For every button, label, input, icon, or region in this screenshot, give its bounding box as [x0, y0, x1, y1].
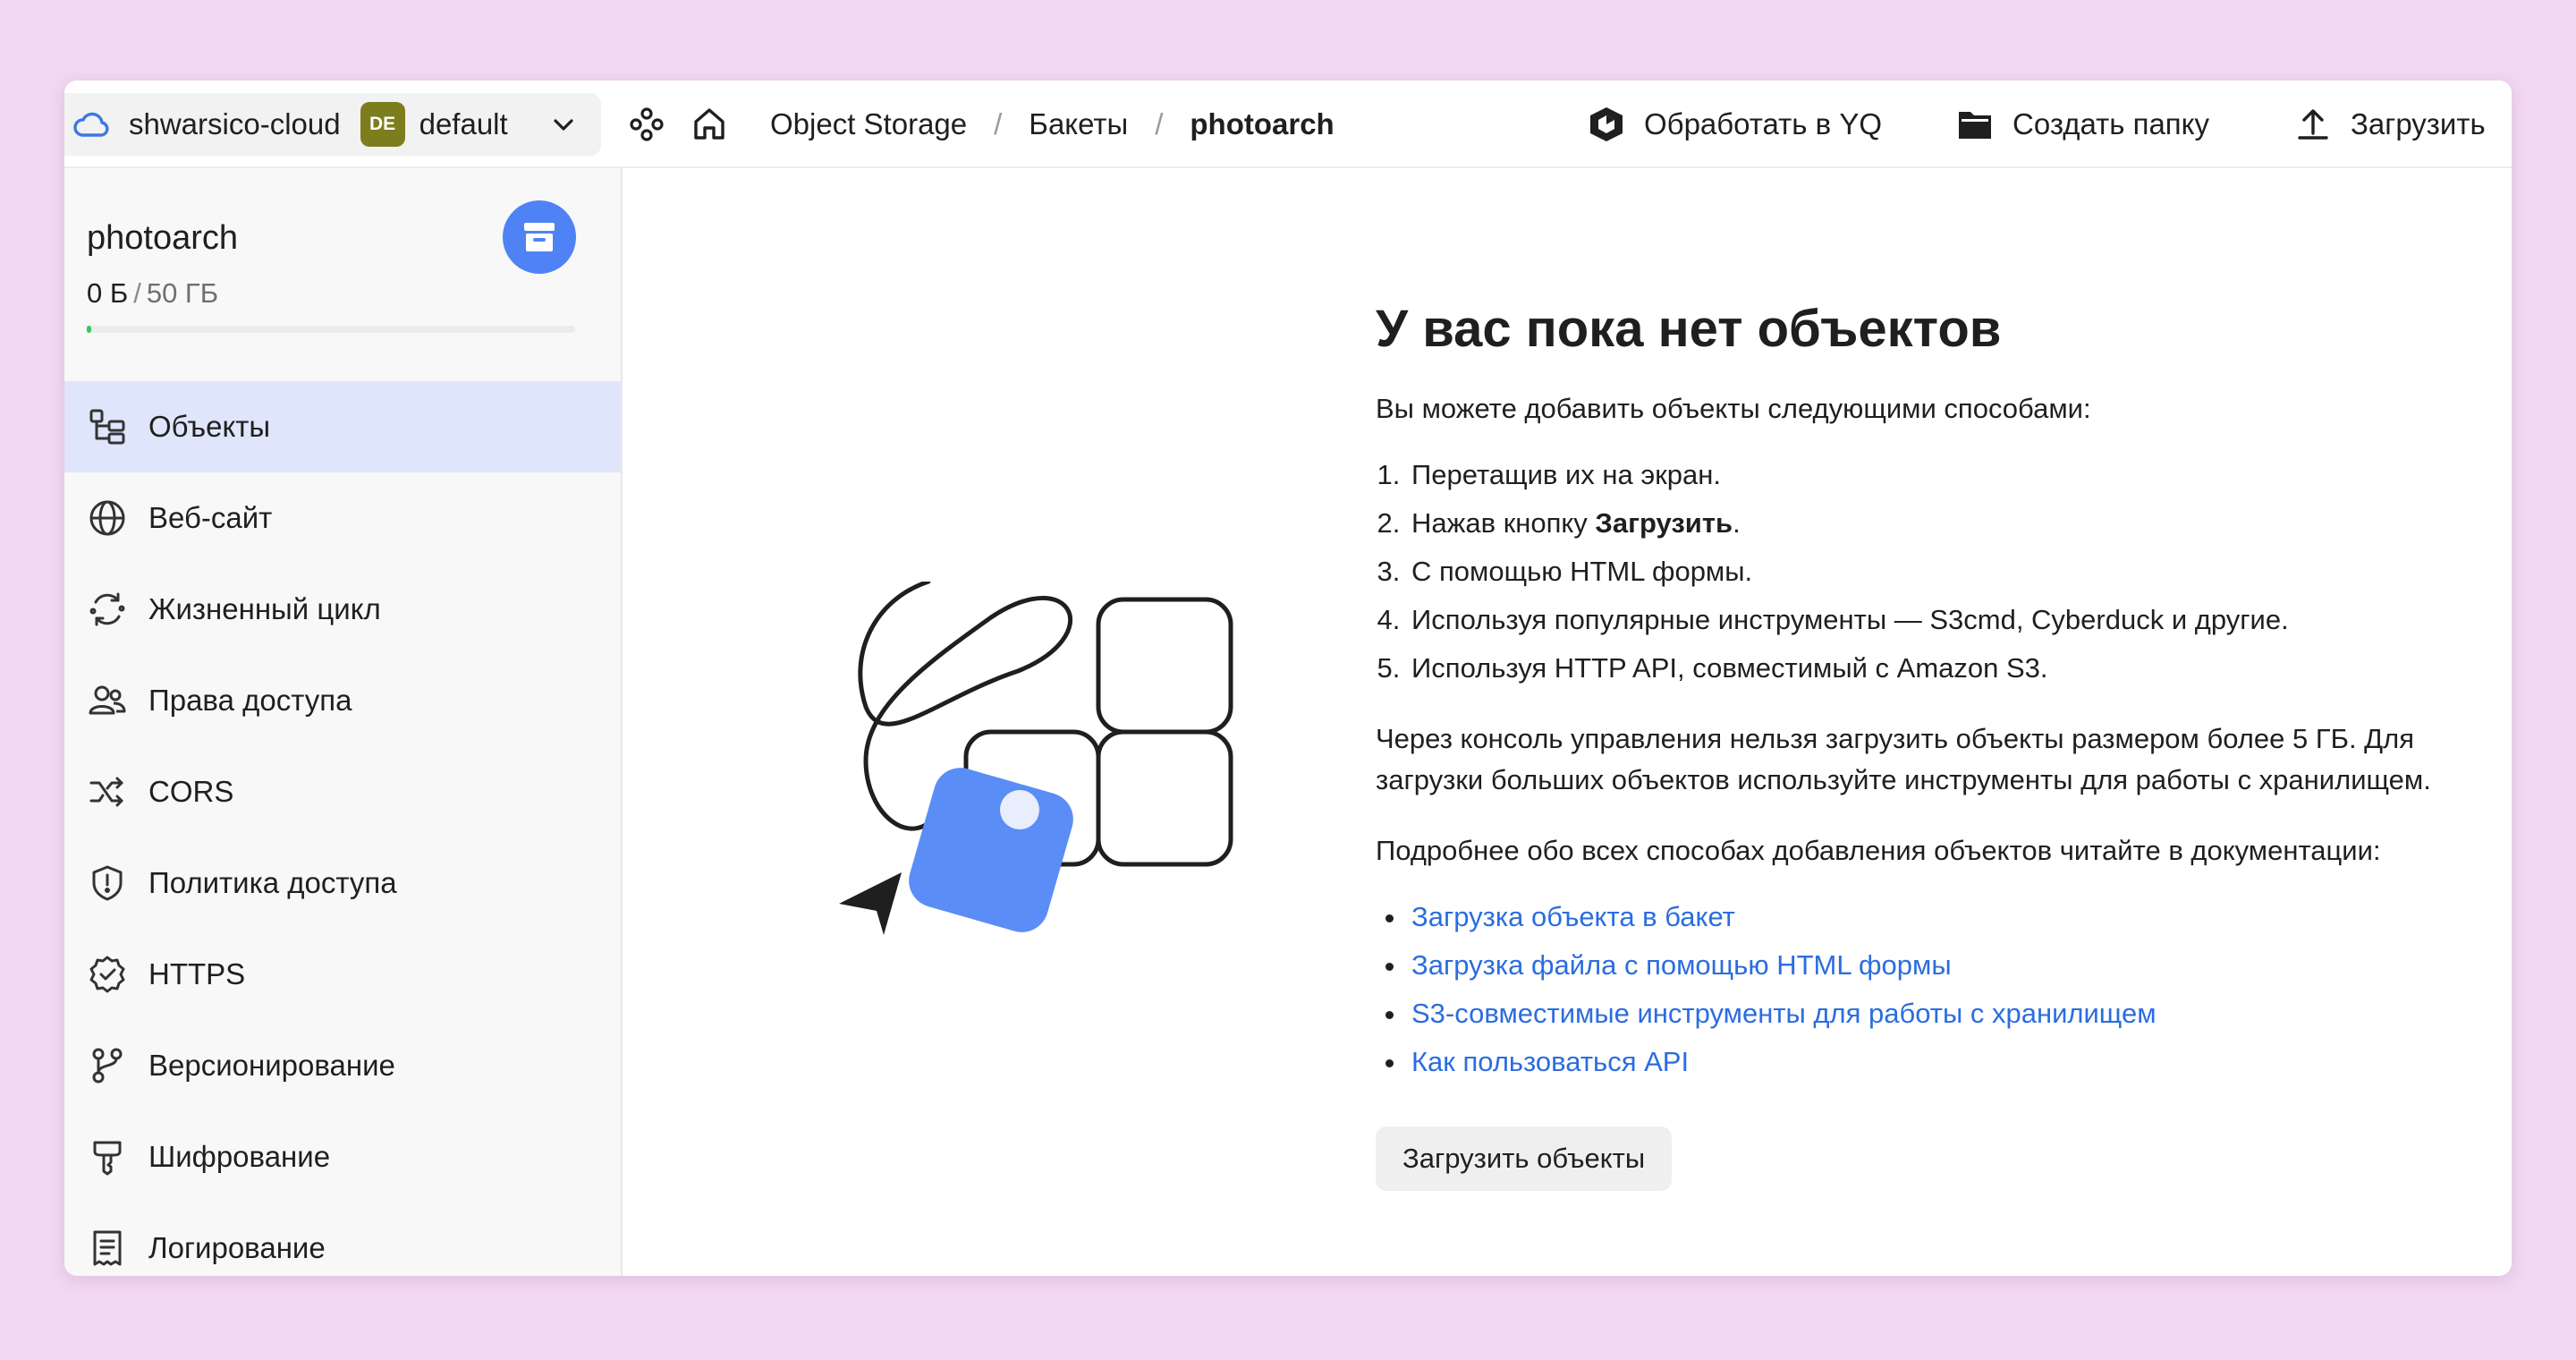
yq-icon	[1585, 103, 1628, 146]
bucket-avatar	[503, 200, 576, 274]
cloud-icon	[72, 105, 111, 144]
services-icon[interactable]	[624, 102, 669, 147]
folder-badge: DE	[360, 102, 405, 147]
list-item: Загрузка объекта в бакет	[1408, 901, 2512, 933]
sidebar-item-website[interactable]: Веб-сайт	[64, 472, 621, 564]
sidebar-item-label: Версионирование	[148, 1049, 395, 1082]
sidebar-item-access-rights[interactable]: Права доступа	[64, 655, 621, 746]
step-end: .	[1733, 507, 1741, 539]
doc-link-s3-tools[interactable]: S3-совместимые инструменты для работы с …	[1411, 998, 2157, 1029]
breadcrumb-service[interactable]: Object Storage	[770, 107, 967, 141]
list-item: Как пользоваться API	[1408, 1046, 2512, 1078]
list-item: С помощью HTML формы.	[1408, 556, 2512, 588]
cloud-name: shwarsico-cloud	[129, 107, 341, 140]
folder-name: default	[419, 107, 508, 140]
key-icon	[86, 1135, 129, 1178]
chevron-down-icon	[551, 113, 576, 142]
users-icon	[86, 679, 129, 722]
bucket-name: photoarch	[87, 219, 239, 257]
sidebar-item-label: HTTPS	[148, 957, 246, 990]
upload-objects-button[interactable]: Загрузить объекты	[1376, 1126, 1673, 1191]
shuffle-icon	[86, 770, 129, 813]
upload-top-button[interactable]: Загрузить	[2292, 81, 2486, 168]
list-item: Перетащив их на экран.	[1408, 459, 2512, 491]
sidebar: photoarch 0 Б/50 ГБ Объекты Веб-сайт Жиз…	[64, 168, 623, 1276]
verified-icon	[86, 953, 129, 996]
sidebar-item-https[interactable]: HTTPS	[64, 929, 621, 1020]
list-item: Загрузка файла с помощью HTML формы	[1408, 949, 2512, 982]
lifecycle-icon	[86, 588, 129, 631]
sidebar-item-label: Объекты	[148, 410, 271, 443]
list-item: Используя популярные инструменты — S3cmd…	[1408, 604, 2512, 636]
docs-links: Загрузка объекта в бакет Загрузка файла …	[1376, 901, 2512, 1078]
sidebar-item-label: Жизненный цикл	[148, 592, 381, 625]
create-folder-label: Создать папку	[2012, 107, 2209, 140]
sidebar-item-label: Политика доступа	[148, 866, 397, 899]
objects-icon	[86, 405, 129, 448]
sidebar-item-lifecycle[interactable]: Жизненный цикл	[64, 564, 621, 655]
sidebar-item-access-policy[interactable]: Политика доступа	[64, 837, 621, 929]
docs-intro: Подробнее обо всех способах добавления о…	[1376, 835, 2381, 866]
home-icon[interactable]	[687, 102, 732, 147]
bucket-icon	[524, 223, 555, 251]
top-bar: shwarsico-cloud DE default Object Storag…	[64, 81, 2512, 168]
globe-icon	[86, 497, 129, 540]
doc-link-upload-object[interactable]: Загрузка объекта в бакет	[1411, 901, 1735, 932]
usage-used: 0 Б	[87, 277, 129, 309]
usage-total: 50 ГБ	[146, 277, 219, 309]
create-folder-button[interactable]: Создать папку	[1953, 81, 2209, 168]
doc-link-html-form[interactable]: Загрузка файла с помощью HTML формы	[1411, 949, 1952, 981]
log-icon	[86, 1227, 129, 1270]
breadcrumb: Object Storage / Бакеты / photoarch	[770, 81, 1335, 168]
usage-bar-fill	[87, 326, 92, 333]
sidebar-item-label: Шифрование	[148, 1140, 331, 1173]
breadcrumb-separator: /	[1155, 107, 1164, 140]
cloud-folder-selector[interactable]: shwarsico-cloud DE default	[64, 93, 601, 156]
breadcrumb-separator: /	[994, 107, 1003, 140]
empty-state-intro: Вы можете добавить объекты следующими сп…	[1376, 393, 2091, 424]
process-yq-button[interactable]: Обработать в YQ	[1585, 81, 1882, 168]
bucket-usage: 0 Б/50 ГБ	[87, 277, 218, 310]
sidebar-item-encryption[interactable]: Шифрование	[64, 1111, 621, 1203]
sidebar-item-logging[interactable]: Логирование	[64, 1203, 621, 1276]
sidebar-item-versioning[interactable]: Версионирование	[64, 1020, 621, 1111]
list-item: Нажав кнопку Загрузить.	[1408, 507, 2512, 540]
list-item: S3-совместимые инструменты для работы с …	[1408, 998, 2512, 1030]
empty-state-title: У вас пока нет объектов	[1376, 300, 2002, 358]
process-yq-label: Обработать в YQ	[1644, 107, 1883, 140]
main-content: У вас пока нет объектов Вы можете добави…	[624, 168, 2512, 1276]
size-limit-note: Через консоль управления нельзя загрузит…	[1376, 723, 2431, 795]
upload-top-label: Загрузить	[2351, 107, 2486, 140]
sidebar-item-cors[interactable]: CORS	[64, 746, 621, 837]
empty-state-illustration	[839, 582, 1233, 935]
breadcrumb-buckets[interactable]: Бакеты	[1029, 107, 1128, 141]
upload-icon	[2292, 103, 2334, 146]
step-bold: Загрузить	[1595, 507, 1733, 539]
step-text: Нажав кнопку	[1411, 507, 1596, 539]
empty-state-content: У вас пока нет объектов Вы можете добави…	[1376, 299, 2512, 1191]
usage-separator: /	[133, 277, 141, 309]
doc-link-api[interactable]: Как пользоваться API	[1411, 1046, 1689, 1077]
usage-bar	[87, 326, 575, 333]
sidebar-item-label: Логирование	[148, 1231, 326, 1264]
shield-icon	[86, 862, 129, 905]
folder-icon	[1953, 103, 1996, 146]
branch-icon	[86, 1044, 129, 1087]
list-item: Используя HTTP API, совместимый с Amazon…	[1408, 652, 2512, 684]
sidebar-item-objects[interactable]: Объекты	[64, 381, 621, 472]
app-window: shwarsico-cloud DE default Object Storag…	[64, 81, 2512, 1276]
sidebar-item-label: CORS	[148, 775, 234, 808]
upload-methods-list: Перетащив их на экран. Нажав кнопку Загр…	[1376, 459, 2512, 684]
breadcrumb-current: photoarch	[1190, 107, 1335, 140]
sidebar-menu: Объекты Веб-сайт Жизненный цикл Права до…	[64, 381, 621, 1276]
sidebar-item-label: Права доступа	[148, 684, 352, 717]
sidebar-item-label: Веб-сайт	[148, 501, 273, 534]
